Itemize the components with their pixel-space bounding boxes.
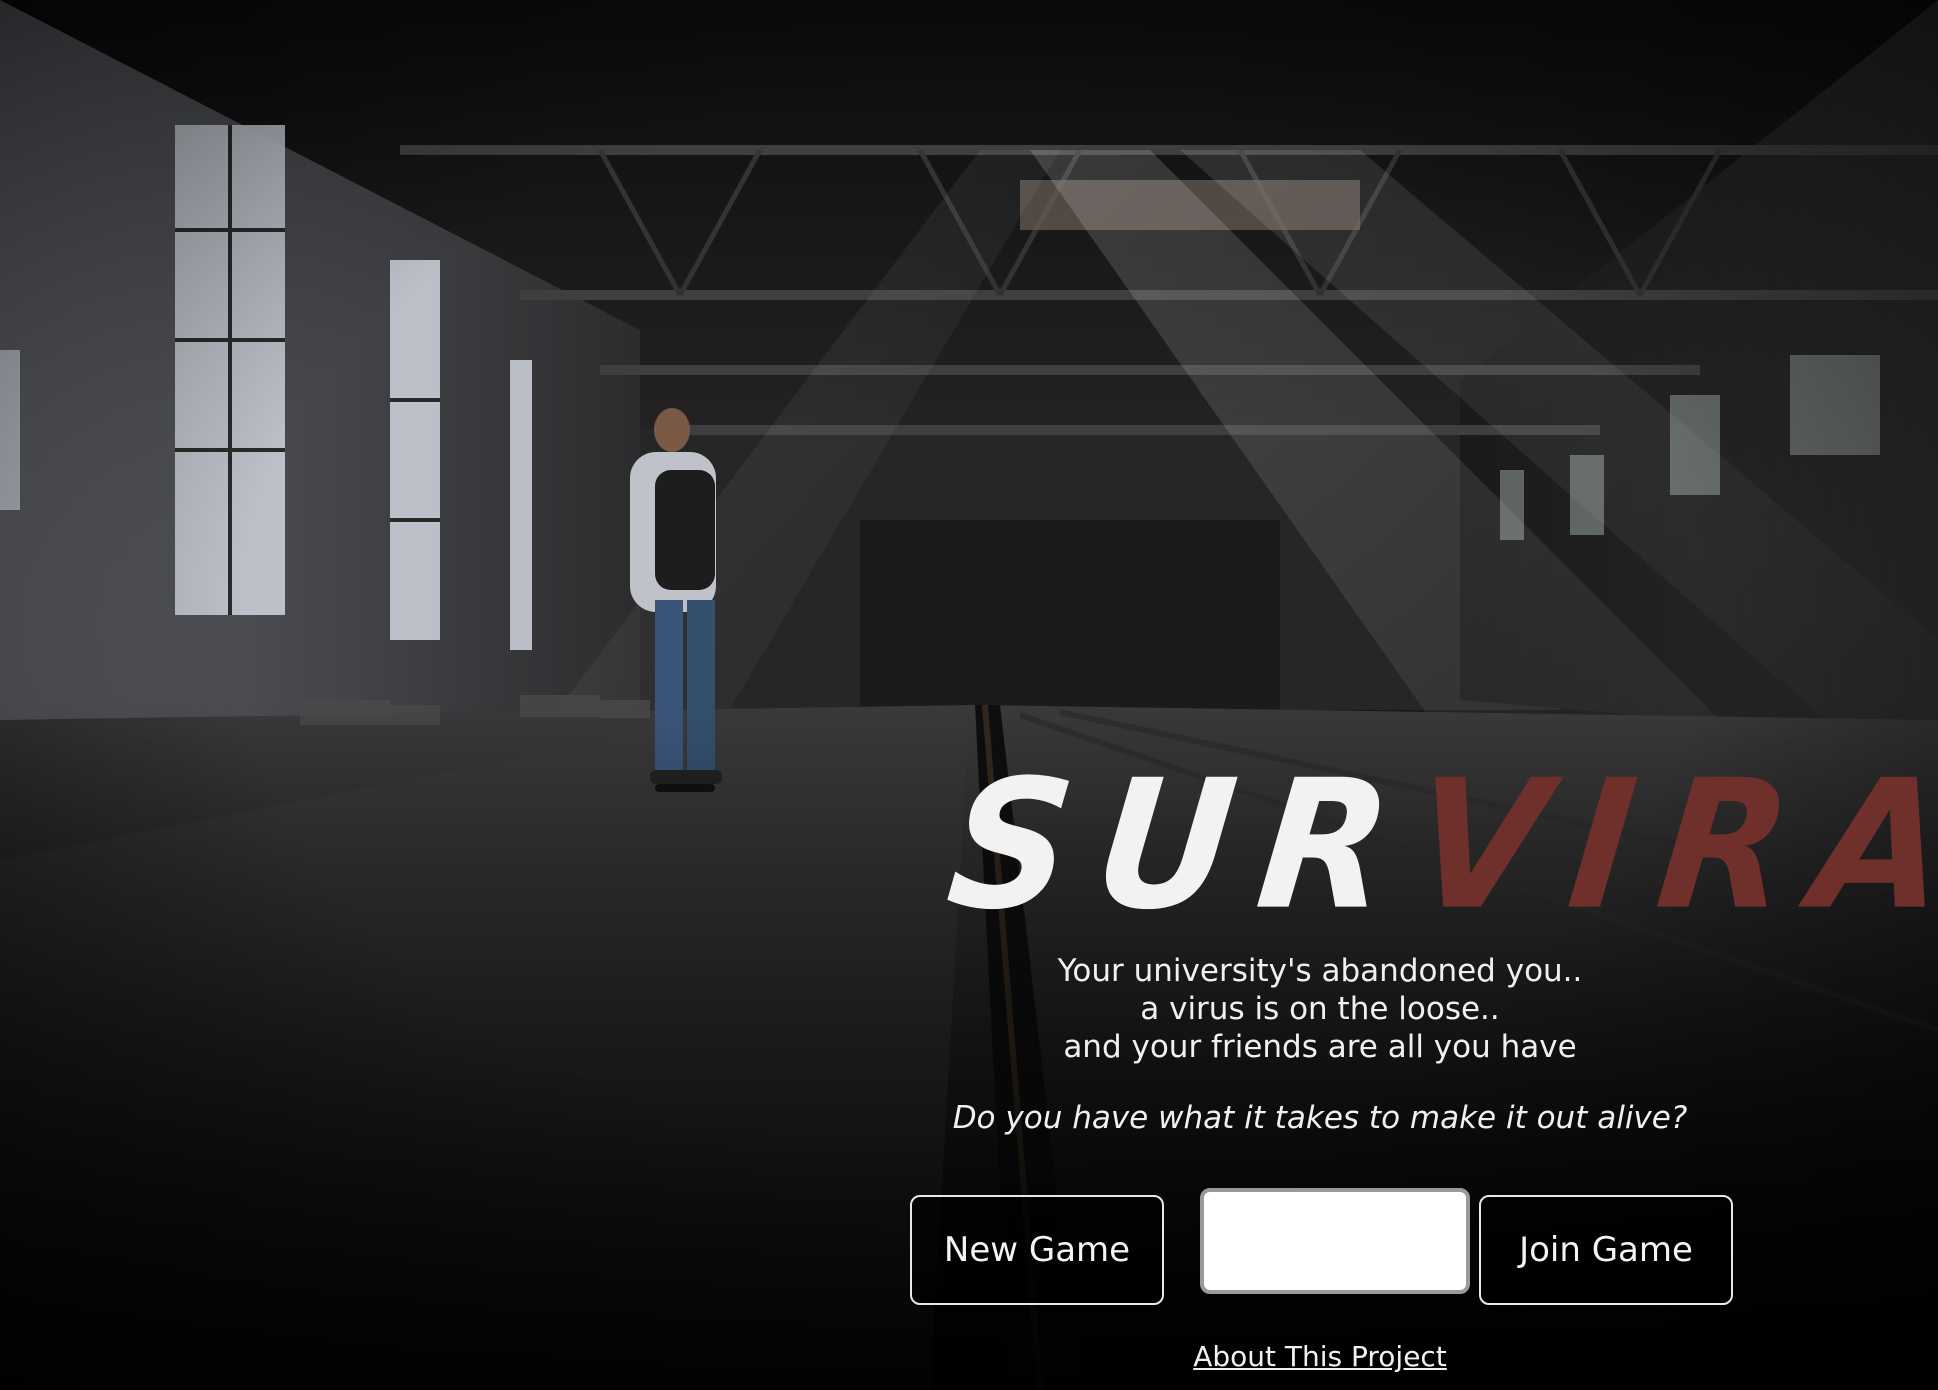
tagline: Your university's abandoned you.. a viru… xyxy=(900,952,1740,1066)
tagline-line: a virus is on the loose.. xyxy=(1140,991,1500,1027)
tagline-line: and your friends are all you have xyxy=(1063,1029,1577,1065)
background-scene xyxy=(0,0,1938,1390)
warehouse-illustration xyxy=(0,0,1938,1390)
tagline-line: Your university's abandoned you.. xyxy=(1057,953,1583,989)
title-part-sur: SUR xyxy=(939,741,1427,949)
game-title: SURVIRAL xyxy=(940,741,1938,949)
join-game-button[interactable]: Join Game xyxy=(1479,1195,1733,1305)
title-part-viral: VIRAL xyxy=(1404,741,1938,949)
challenge-question: Do you have what it takes to make it out… xyxy=(952,1100,1688,1136)
new-game-button[interactable]: New Game xyxy=(910,1195,1164,1305)
game-code-input[interactable] xyxy=(1200,1188,1470,1294)
about-project-link[interactable]: About This Project xyxy=(1100,1340,1540,1373)
